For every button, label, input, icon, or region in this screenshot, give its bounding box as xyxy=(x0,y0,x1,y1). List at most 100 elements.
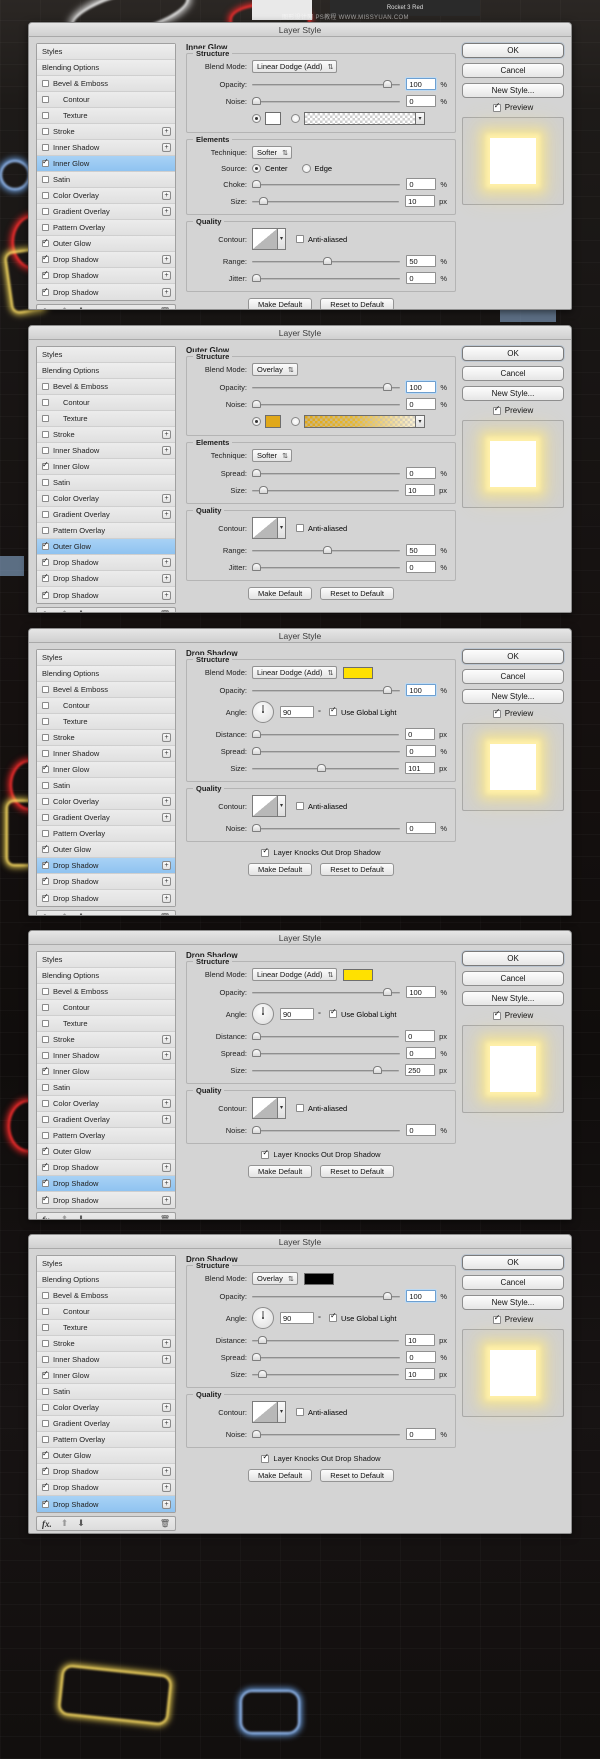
noise-slider[interactable] xyxy=(252,1124,401,1136)
size-slider[interactable] xyxy=(252,1064,400,1076)
style-row-styles[interactable]: Styles xyxy=(37,44,175,60)
style-row-satin[interactable]: Satin xyxy=(37,1384,175,1400)
arrow-down-icon[interactable]: ⬇ xyxy=(77,913,85,916)
angle-input[interactable]: 90 xyxy=(280,1008,314,1020)
slider-knob[interactable] xyxy=(259,486,269,494)
contour-preview[interactable] xyxy=(252,228,278,250)
add-effect-button[interactable]: + xyxy=(162,797,171,806)
add-effect-button[interactable]: + xyxy=(162,1035,171,1044)
style-checkbox[interactable] xyxy=(42,1449,49,1459)
noise-slider[interactable] xyxy=(252,1428,401,1440)
style-checkbox[interactable] xyxy=(42,1340,49,1347)
opacity-slider[interactable] xyxy=(252,381,401,393)
slider-knob[interactable] xyxy=(252,400,261,408)
style-checkbox[interactable] xyxy=(42,763,49,773)
style-row-satin[interactable]: Satin xyxy=(37,475,175,491)
noise-input[interactable]: 0 xyxy=(406,1124,437,1136)
size-input[interactable]: 10 xyxy=(405,1368,436,1380)
style-checkbox[interactable] xyxy=(42,702,49,709)
style-row-bevel-emboss[interactable]: Bevel & Emboss xyxy=(37,76,175,92)
distance-input[interactable]: 0 xyxy=(405,728,436,740)
technique-select[interactable]: Softer xyxy=(252,449,293,463)
use-global-light-checkbox[interactable] xyxy=(329,705,337,716)
style-checkbox[interactable] xyxy=(42,892,49,902)
style-checkbox[interactable] xyxy=(42,1465,49,1475)
style-checkbox[interactable] xyxy=(42,224,49,231)
size-slider[interactable] xyxy=(252,195,400,207)
slider-knob[interactable] xyxy=(382,1292,392,1300)
add-effect-button[interactable]: + xyxy=(162,574,171,583)
preview-checkbox[interactable] xyxy=(492,1009,501,1020)
style-row-styles[interactable]: Styles xyxy=(37,347,175,363)
angle-dial[interactable] xyxy=(252,1307,274,1329)
style-checkbox[interactable] xyxy=(42,1116,49,1123)
style-row-drop-shadow[interactable]: Drop Shadow + xyxy=(37,1480,175,1496)
style-row-inner-shadow[interactable]: Inner Shadow + xyxy=(37,1352,175,1368)
style-row-drop-shadow[interactable]: Drop Shadow + xyxy=(37,284,175,300)
slider-knob[interactable] xyxy=(252,730,261,738)
color-fill-radio[interactable] xyxy=(252,417,261,426)
angle-dial[interactable] xyxy=(252,701,274,723)
make-default-button[interactable]: Make Default xyxy=(248,298,313,309)
gradient-fill-radio[interactable] xyxy=(291,417,300,426)
style-row-color-overlay[interactable]: Color Overlay + xyxy=(37,188,175,204)
add-effect-button[interactable]: + xyxy=(162,1419,171,1428)
styles-list[interactable]: Styles Blending Options Bevel & Emboss Cont… xyxy=(36,649,176,907)
preview-toggle[interactable]: Preview xyxy=(462,404,564,415)
style-checkbox[interactable] xyxy=(42,1084,49,1091)
style-row-satin[interactable]: Satin xyxy=(37,778,175,794)
slider-knob[interactable] xyxy=(252,469,261,477)
new-style-button[interactable]: New Style... xyxy=(462,1295,564,1310)
slider-knob[interactable] xyxy=(382,383,392,391)
style-row-inner-shadow[interactable]: Inner Shadow + xyxy=(37,443,175,459)
style-checkbox[interactable] xyxy=(42,527,49,534)
distance-input[interactable]: 0 xyxy=(405,1030,436,1042)
preview-checkbox[interactable] xyxy=(492,1313,501,1324)
add-effect-button[interactable]: + xyxy=(162,1051,171,1060)
opacity-slider[interactable] xyxy=(252,1290,401,1302)
glow-color-swatch[interactable] xyxy=(265,415,281,428)
slider-knob[interactable] xyxy=(252,1126,261,1134)
style-checkbox[interactable] xyxy=(42,128,49,135)
style-checkbox[interactable] xyxy=(42,415,49,422)
style-row-bevel-emboss[interactable]: Bevel & Emboss xyxy=(37,682,175,698)
add-effect-button[interactable]: + xyxy=(162,1195,171,1205)
trash-icon[interactable]: 🗑 xyxy=(160,1519,170,1528)
gradient-preview[interactable] xyxy=(304,415,416,428)
style-checkbox[interactable] xyxy=(42,782,49,789)
add-effect-button[interactable]: + xyxy=(162,1355,171,1364)
jitter-slider[interactable] xyxy=(252,272,401,284)
use-global-light-checkbox[interactable] xyxy=(329,1007,337,1018)
cancel-button[interactable]: Cancel xyxy=(462,63,564,78)
contour-preview[interactable] xyxy=(252,1097,278,1119)
make-default-button[interactable]: Make Default xyxy=(248,587,313,600)
style-checkbox[interactable] xyxy=(42,589,49,599)
style-row-bevel-emboss[interactable]: Bevel & Emboss xyxy=(37,1288,175,1304)
style-row-drop-shadow[interactable]: Drop Shadow + xyxy=(37,858,175,874)
slider-knob[interactable] xyxy=(252,180,261,188)
add-effect-button[interactable]: + xyxy=(162,861,171,870)
noise-input[interactable]: 0 xyxy=(406,95,437,107)
jitter-input[interactable]: 0 xyxy=(406,272,437,284)
contour-dropdown-icon[interactable]: ▾ xyxy=(278,795,286,817)
style-checkbox[interactable] xyxy=(42,1100,49,1107)
style-checkbox[interactable] xyxy=(42,1498,49,1508)
style-row-inner-shadow[interactable]: Inner Shadow + xyxy=(37,1048,175,1064)
add-effect-button[interactable]: + xyxy=(162,207,171,216)
jitter-slider[interactable] xyxy=(252,561,401,573)
ok-button[interactable]: OK xyxy=(462,649,564,664)
style-row-stroke[interactable]: Stroke + xyxy=(37,427,175,443)
style-row-stroke[interactable]: Stroke + xyxy=(37,124,175,140)
preview-toggle[interactable]: Preview xyxy=(462,707,564,718)
style-checkbox[interactable] xyxy=(42,556,49,566)
spread-input[interactable]: 0 xyxy=(406,1351,437,1363)
gradient-dropdown-icon[interactable]: ▾ xyxy=(416,415,425,428)
cancel-button[interactable]: Cancel xyxy=(462,669,564,684)
anti-aliased-checkbox[interactable] xyxy=(296,802,304,810)
anti-aliased-checkbox[interactable] xyxy=(296,524,304,532)
add-effect-button[interactable]: + xyxy=(162,749,171,758)
ok-button[interactable]: OK xyxy=(462,951,564,966)
add-effect-button[interactable]: + xyxy=(162,510,171,519)
style-row-drop-shadow[interactable]: Drop Shadow + xyxy=(37,555,175,571)
style-row-drop-shadow[interactable]: Drop Shadow + xyxy=(37,890,175,906)
